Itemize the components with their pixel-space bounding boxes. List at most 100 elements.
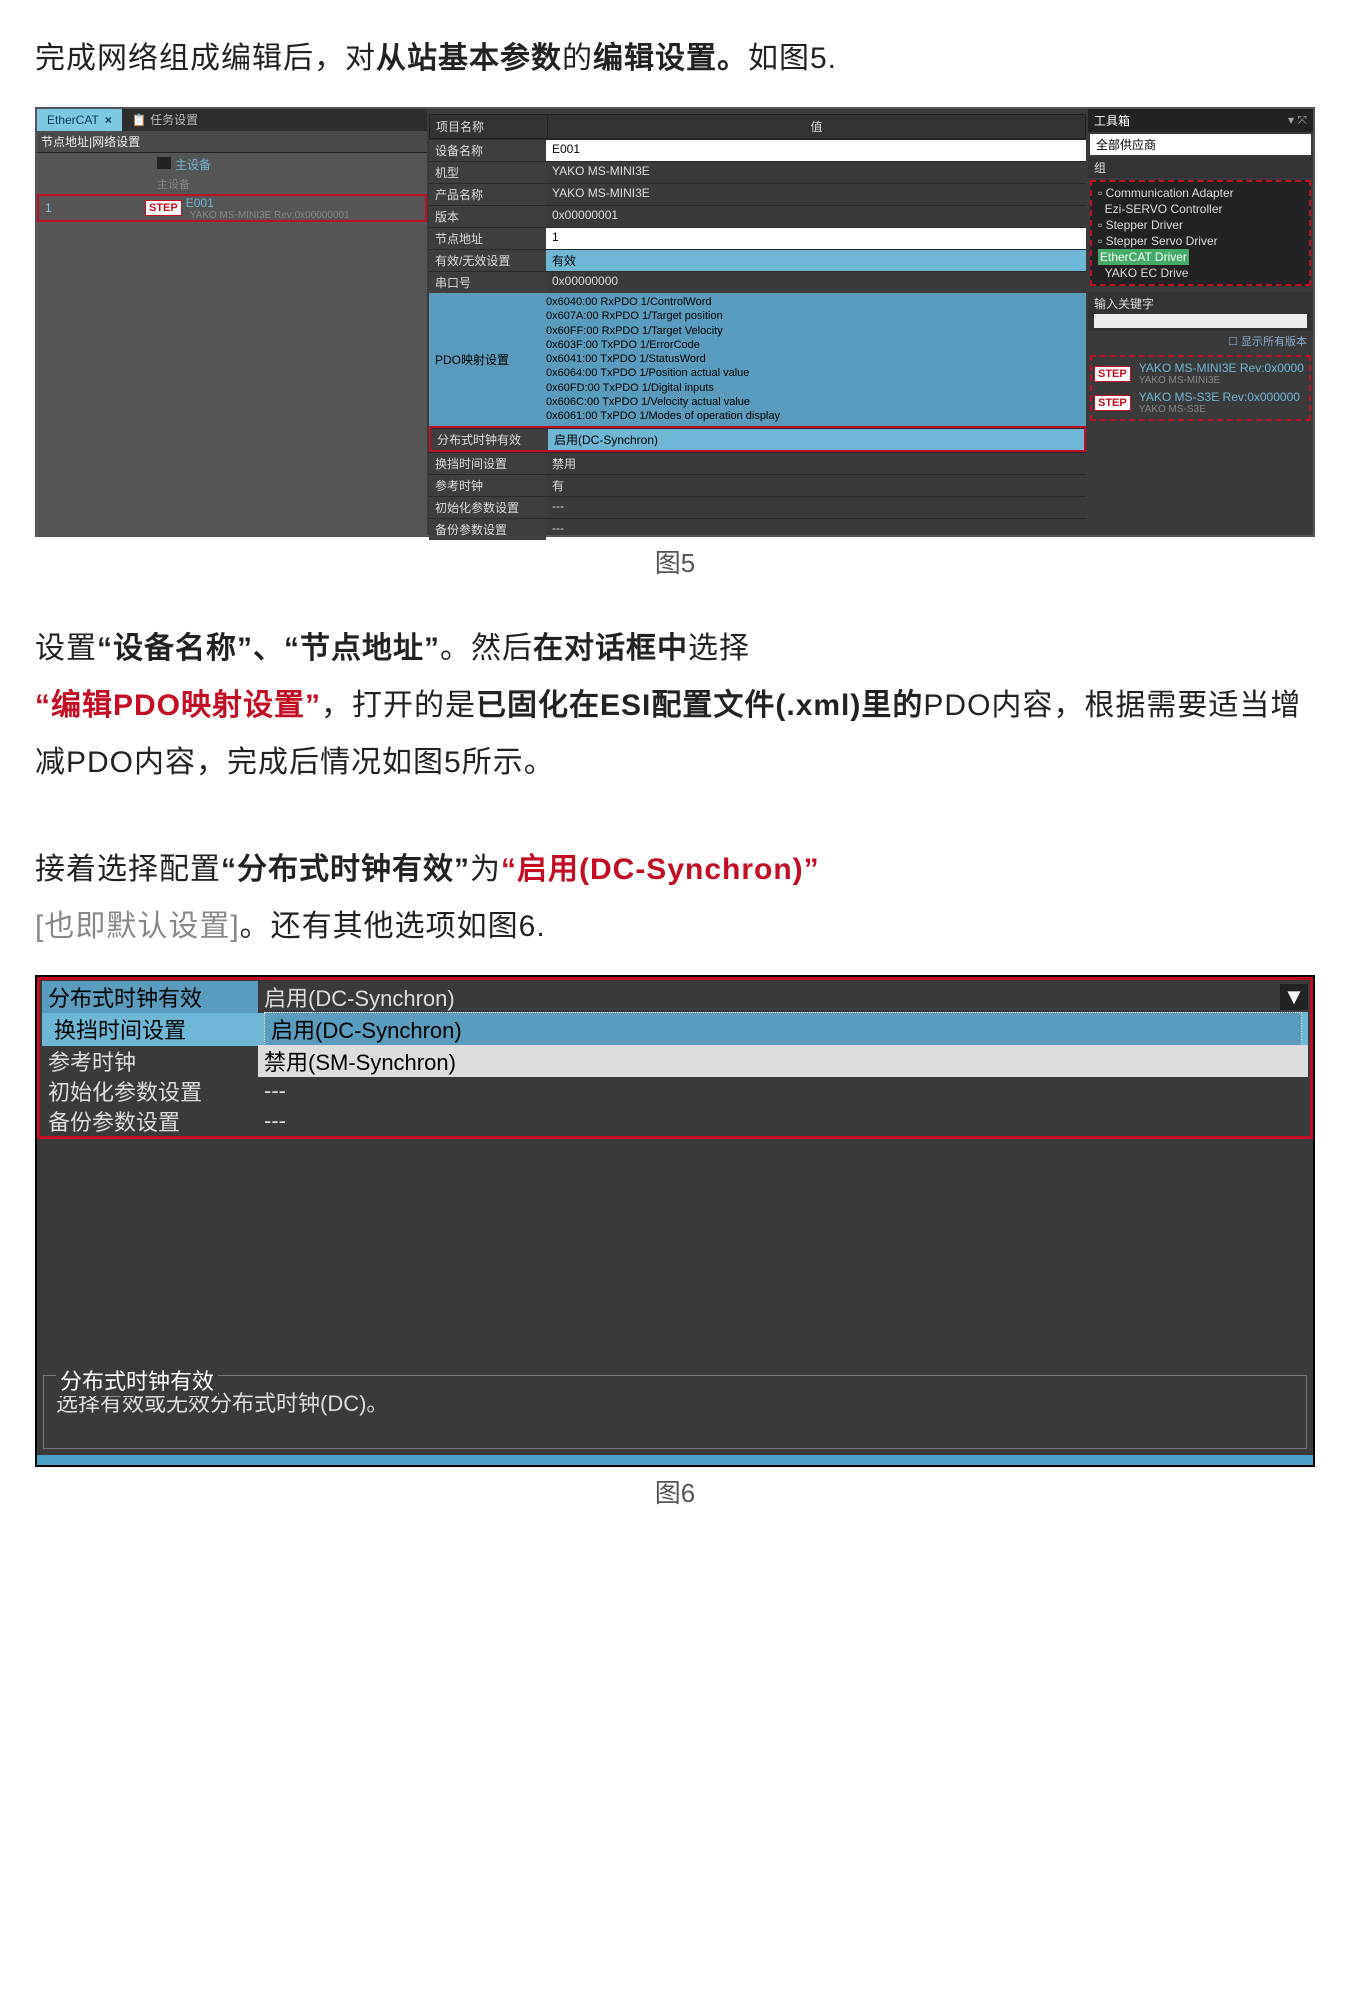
- driver-list: ▫ Communication Adapter Ezi-SERVO Contro…: [1090, 180, 1311, 286]
- fig6-spacer: [37, 1139, 1313, 1369]
- f6-label: 参考时钟: [42, 1045, 258, 1077]
- lbl-prod: 产品名称: [429, 184, 546, 205]
- slave-name: E001: [186, 196, 350, 210]
- keyword-box: 输入关键字: [1088, 292, 1313, 331]
- lbl-pdo: PDO映射设置: [429, 293, 540, 426]
- f6-row: 初始化参数设置 ---: [42, 1076, 1308, 1106]
- fig5-left: EtherCAT × 📋 任务设置 节点地址|网络设置 主设备 主设备 1 STE…: [37, 109, 427, 535]
- tab-label: 任务设置: [150, 113, 198, 127]
- device-tree: 主设备 主设备 1 STEP E001 YAKO MS-MINI3E Rev:0…: [37, 152, 427, 535]
- f6-label: 换挡时间设置: [48, 1013, 264, 1045]
- val-node[interactable]: 1: [546, 228, 1086, 249]
- txt: 的: [562, 42, 593, 75]
- yako-item[interactable]: STEP YAKO MS-S3E Rev:0x000000YAKO MS-S3E: [1094, 388, 1307, 417]
- val-dc[interactable]: 启用(DC-Synchron): [548, 429, 1084, 450]
- yako-devices: STEP YAKO MS-MINI3E Rev:0x0000YAKO MS-MI…: [1090, 355, 1311, 421]
- lbl-serial: 串口号: [429, 272, 546, 293]
- f6-row: 备份参数设置 ---: [42, 1106, 1308, 1136]
- txt-bold: 从站基本参数: [376, 42, 562, 75]
- driver-item[interactable]: EtherCAT Driver: [1098, 249, 1303, 265]
- lbl-init: 初始化参数设置: [429, 497, 546, 518]
- lbl-bak: 备份参数设置: [429, 519, 546, 540]
- f6-value-selected: 启用(DC-Synchron): [264, 1012, 1302, 1046]
- prop-header: 项目名称 值: [429, 114, 1086, 139]
- group-header: 组: [1088, 157, 1313, 178]
- lbl-devname: 设备名称: [429, 140, 546, 161]
- fig5-caption: 图5: [35, 543, 1315, 580]
- mid-para-1: 设置“设备名称”、“节点地址”。然后在对话框中选择 “编辑PDO映射设置”，打开…: [35, 620, 1315, 791]
- txt: 完成网络组成编辑后，对: [35, 42, 376, 75]
- show-all-link[interactable]: ☐ 显示所有版本: [1088, 331, 1313, 351]
- f6-value: ---: [258, 1078, 1308, 1104]
- master-label: 主设备: [175, 158, 211, 172]
- val-serial: 0x00000000: [546, 272, 1086, 293]
- dc-highlight: 分布式时钟有效启用(DC-Synchron): [429, 426, 1086, 452]
- val-model: YAKO MS-MINI3E: [546, 162, 1086, 183]
- pin-icon[interactable]: ▾ ⤧: [1288, 113, 1307, 128]
- val-shift: 禁用: [546, 453, 1086, 474]
- master-sub: 主设备: [37, 176, 427, 192]
- f6-row[interactable]: 换挡时间设置 启用(DC-Synchron): [42, 1012, 1308, 1046]
- lbl-model: 机型: [429, 162, 546, 183]
- f6-label: 分布式时钟有效: [42, 981, 258, 1013]
- toolbox-header: 工具箱 ▾ ⤧: [1088, 109, 1313, 132]
- lbl-ref: 参考时钟: [429, 475, 546, 496]
- txt-bold: 编辑设置。: [593, 42, 748, 75]
- driver-item[interactable]: ▫ Communication Adapter: [1098, 185, 1303, 201]
- mid-para-2: 接着选择配置“分布式时钟有效”为“启用(DC-Synchron)” [也即默认设…: [35, 841, 1315, 955]
- f6-label: 初始化参数设置: [42, 1075, 258, 1107]
- pdo-lines: 0x6040:00 RxPDO 1/ControlWord 0x607A:00 …: [540, 293, 1086, 426]
- figure-6: 分布式时钟有效 启用(DC-Synchron) ▼ 换挡时间设置 启用(DC-S…: [35, 975, 1315, 1467]
- driver-item[interactable]: ▫ Stepper Servo Driver: [1098, 233, 1303, 249]
- chevron-down-icon[interactable]: ▼: [1280, 984, 1308, 1010]
- node-index: 1: [39, 201, 145, 215]
- fig6-footer-bar: [37, 1455, 1313, 1465]
- vendor-combo[interactable]: 全部供应商: [1090, 134, 1311, 155]
- fig6-highlight: 分布式时钟有效 启用(DC-Synchron) ▼ 换挡时间设置 启用(DC-S…: [37, 977, 1313, 1139]
- kw-label: 输入关键字: [1094, 295, 1307, 312]
- col-name: 项目名称: [430, 115, 548, 138]
- val-prod: YAKO MS-MINI3E: [546, 184, 1086, 205]
- f6-value: 禁用(SM-Synchron): [258, 1045, 1308, 1077]
- lbl-valid: 有效/无效设置: [429, 250, 546, 271]
- val-devname[interactable]: E001: [546, 140, 1086, 161]
- val-init: ---: [546, 497, 1086, 518]
- intro-text: 完成网络组成编辑后，对从站基本参数的编辑设置。如图5.: [35, 30, 1315, 87]
- driver-item[interactable]: ▫ Stepper Driver: [1098, 217, 1303, 233]
- tab-bar: EtherCAT × 📋 任务设置: [37, 109, 427, 131]
- slave-rev: YAKO MS-MINI3E Rev:0x00000001: [190, 210, 350, 221]
- f6-value: 启用(DC-Synchron): [258, 981, 1280, 1013]
- step-icon: STEP: [1094, 366, 1131, 382]
- val-ref: 有: [546, 475, 1086, 496]
- slave-row[interactable]: 1 STEP E001 YAKO MS-MINI3E Rev:0x0000000…: [37, 194, 427, 222]
- txt: 如图5.: [748, 42, 837, 75]
- fig5-toolbox: 工具箱 ▾ ⤧ 全部供应商 组 ▫ Communication Adapter …: [1088, 109, 1313, 535]
- val-valid[interactable]: 有效: [546, 250, 1086, 271]
- close-icon[interactable]: ×: [105, 113, 112, 127]
- lbl-ver: 版本: [429, 206, 546, 227]
- legend-title: 分布式时钟有效: [56, 1364, 218, 1396]
- f6-row[interactable]: 参考时钟 禁用(SM-Synchron): [42, 1046, 1308, 1076]
- pdo-block[interactable]: PDO映射设置 0x6040:00 RxPDO 1/ControlWord 0x…: [429, 293, 1086, 426]
- val-bak: ---: [546, 519, 1086, 540]
- fig6-legend: 分布式时钟有效 选择有效或无效分布式时钟(DC)。: [43, 1375, 1307, 1449]
- lbl-shift: 换挡时间设置: [429, 453, 546, 474]
- kw-input[interactable]: [1094, 314, 1307, 328]
- driver-item[interactable]: YAKO EC Drive: [1098, 265, 1303, 281]
- f6-value: ---: [258, 1108, 1308, 1134]
- f6-row[interactable]: 分布式时钟有效 启用(DC-Synchron) ▼: [42, 982, 1308, 1012]
- toolbox-title: 工具箱: [1094, 112, 1130, 129]
- fig6-caption: 图6: [35, 1473, 1315, 1510]
- val-ver: 0x00000001: [546, 206, 1086, 227]
- sub-header: 节点地址|网络设置: [37, 131, 427, 152]
- step-icon: STEP: [1094, 395, 1131, 411]
- tab-task[interactable]: 📋 任务设置: [122, 109, 208, 131]
- step-icon: STEP: [145, 200, 182, 216]
- fig5-props: 项目名称 值 设备名称E001 机型YAKO MS-MINI3E 产品名称YAK…: [429, 114, 1086, 530]
- yako-item[interactable]: STEP YAKO MS-MINI3E Rev:0x0000YAKO MS-MI…: [1094, 359, 1307, 388]
- figure-5: EtherCAT × 📋 任务设置 节点地址|网络设置 主设备 主设备 1 STE…: [35, 107, 1315, 537]
- lbl-node: 节点地址: [429, 228, 546, 249]
- tab-ethercat[interactable]: EtherCAT ×: [37, 109, 122, 131]
- tab-label: EtherCAT: [47, 113, 99, 127]
- driver-item[interactable]: Ezi-SERVO Controller: [1098, 201, 1303, 217]
